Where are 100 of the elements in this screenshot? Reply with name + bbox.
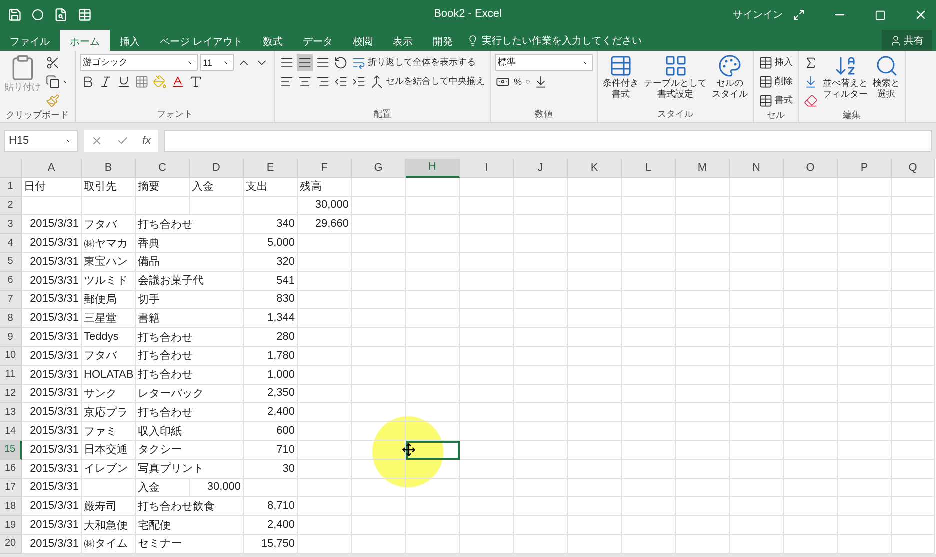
table-cell[interactable] [568, 366, 622, 385]
table-cell[interactable] [892, 272, 935, 291]
table-cell[interactable] [406, 252, 460, 272]
table-cell[interactable] [406, 460, 460, 479]
row-header[interactable]: 3 [0, 215, 22, 234]
table-cell[interactable] [298, 328, 352, 347]
print-preview-icon[interactable] [54, 8, 68, 22]
row-header[interactable]: 20 [0, 534, 22, 554]
table-cell[interactable] [730, 384, 784, 404]
table-cell[interactable]: 切手 [136, 290, 244, 310]
table-cell[interactable] [514, 440, 568, 460]
table-cell[interactable] [514, 366, 568, 385]
table-cell[interactable] [784, 422, 838, 441]
row-header[interactable]: 7 [0, 290, 22, 310]
table-cell[interactable] [892, 346, 935, 366]
table-cell[interactable] [838, 422, 892, 441]
close-icon[interactable] [914, 8, 928, 22]
table-cell[interactable] [514, 516, 568, 535]
table-cell[interactable] [82, 196, 136, 216]
table-cell[interactable]: ㈱タイム [82, 534, 136, 554]
table-cell[interactable] [622, 234, 676, 253]
table-cell[interactable] [352, 366, 406, 385]
table-cell[interactable]: 打ち合わせ [136, 215, 244, 234]
table-cell[interactable] [622, 252, 676, 272]
table-cell[interactable] [676, 328, 730, 347]
table-cell[interactable] [406, 440, 460, 460]
table-cell[interactable] [298, 272, 352, 291]
table-cell[interactable] [514, 196, 568, 216]
table-cell[interactable]: 830 [244, 290, 298, 310]
table-cell[interactable] [514, 290, 568, 310]
table-cell[interactable] [784, 290, 838, 310]
table-cell[interactable] [406, 272, 460, 291]
table-cell[interactable]: 2015/3/31 [22, 478, 82, 498]
table-cell[interactable] [514, 215, 568, 234]
table-cell[interactable] [838, 440, 892, 460]
table-cell[interactable] [406, 534, 460, 554]
table-cell[interactable] [352, 290, 406, 310]
table-cell[interactable] [676, 366, 730, 385]
wrap-text-button[interactable]: 折り返して全体を表示する [351, 54, 477, 71]
ribbon-tab[interactable]: 表示 [382, 30, 423, 51]
table-cell[interactable] [676, 478, 730, 498]
table-cell[interactable] [514, 252, 568, 272]
table-cell[interactable]: 写真プリント [136, 460, 244, 479]
table-cell[interactable] [568, 328, 622, 347]
table-cell[interactable] [838, 403, 892, 422]
fill-color-button[interactable] [152, 73, 168, 90]
ribbon-tab[interactable]: データ [292, 30, 343, 51]
table-cell[interactable] [784, 534, 838, 554]
table-cell[interactable]: 2,400 [244, 516, 298, 535]
table-cell[interactable] [568, 497, 622, 516]
table-cell[interactable] [514, 178, 568, 197]
name-box[interactable]: H15 [4, 130, 78, 152]
table-cell[interactable] [622, 178, 676, 197]
table-cell[interactable] [244, 478, 298, 498]
table-cell[interactable] [838, 460, 892, 479]
table-cell[interactable] [838, 328, 892, 347]
table-cell[interactable] [892, 534, 935, 554]
ribbon-tab[interactable]: 開発 [422, 30, 463, 51]
row-header[interactable]: 18 [0, 497, 22, 516]
table-cell[interactable] [298, 422, 352, 441]
table-cell[interactable] [460, 478, 514, 498]
table-cell[interactable] [676, 460, 730, 479]
table-cell[interactable]: ツルミド [82, 272, 136, 291]
table-cell[interactable] [838, 516, 892, 535]
table-cell[interactable] [298, 534, 352, 554]
percent-button[interactable]: % [513, 73, 524, 90]
table-cell[interactable] [514, 403, 568, 422]
table-cell[interactable] [676, 440, 730, 460]
table-cell[interactable]: 残高 [298, 178, 352, 197]
table-cell[interactable] [568, 440, 622, 460]
table-cell[interactable] [730, 309, 784, 328]
table-cell[interactable] [298, 478, 352, 498]
table-cell[interactable] [406, 384, 460, 404]
table-cell[interactable]: 2015/3/31 [22, 497, 82, 516]
table-cell[interactable] [514, 328, 568, 347]
table-cell[interactable] [298, 234, 352, 253]
table-cell[interactable]: Teddys [82, 328, 136, 347]
table-cell[interactable] [784, 196, 838, 216]
table-cell[interactable]: 日付 [22, 178, 82, 197]
table-cell[interactable]: フタバ [82, 215, 136, 234]
formula-input[interactable] [164, 130, 932, 152]
table-cell[interactable] [838, 272, 892, 291]
table-cell[interactable]: 大和急便 [82, 516, 136, 535]
table-cell[interactable] [406, 478, 460, 498]
table-cell[interactable]: 備品 [136, 252, 244, 272]
table-cell[interactable]: HOLATAB [82, 366, 136, 385]
table-cell[interactable] [784, 309, 838, 328]
table-cell[interactable] [514, 478, 568, 498]
table-cell[interactable] [460, 422, 514, 441]
table-cell[interactable] [730, 196, 784, 216]
select-all-button[interactable] [0, 159, 22, 178]
table-cell[interactable]: 香典 [136, 234, 244, 253]
table-cell[interactable] [352, 196, 406, 216]
table-cell[interactable] [460, 534, 514, 554]
table-cell[interactable] [892, 460, 935, 479]
table-cell[interactable] [136, 196, 190, 216]
table-cell[interactable] [406, 290, 460, 310]
table-cell[interactable] [406, 346, 460, 366]
table-cell[interactable] [568, 290, 622, 310]
table-cell[interactable] [622, 460, 676, 479]
